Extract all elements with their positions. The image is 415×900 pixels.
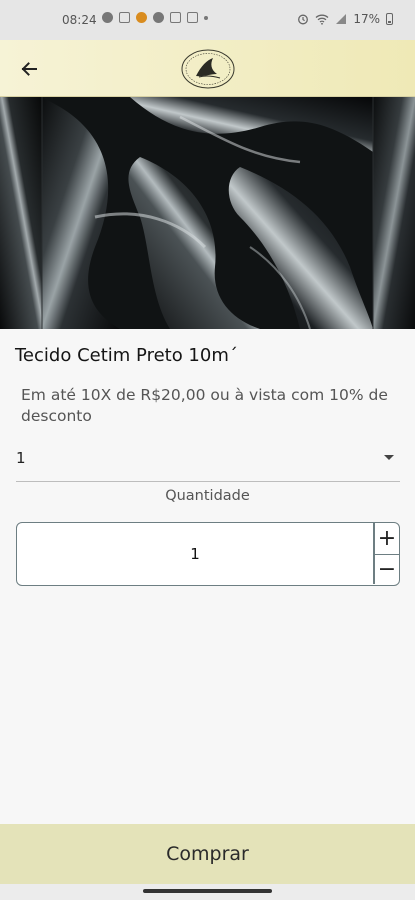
- battery-percentage: 17%: [353, 12, 380, 26]
- brand-logo-icon: [181, 49, 235, 89]
- back-button[interactable]: [14, 54, 44, 84]
- quantity-dropdown-value: 1: [16, 449, 26, 467]
- buy-button[interactable]: Comprar: [0, 824, 415, 884]
- orange-app-icon: [136, 12, 147, 23]
- product-title: Tecido Cetim Preto 10m´: [15, 345, 238, 366]
- app-header: [0, 40, 415, 97]
- increment-button[interactable]: +: [375, 523, 399, 553]
- dot-icon: [204, 15, 208, 20]
- quantity-stepper: 1 + −: [16, 522, 400, 586]
- status-bar: 08:24 17%: [0, 0, 415, 40]
- quantity-input[interactable]: 1: [17, 523, 373, 584]
- arrow-left-icon: [21, 62, 37, 76]
- black-satin-fabric-photo: [0, 97, 415, 329]
- home-indicator[interactable]: [143, 889, 272, 893]
- mail-icon: [170, 12, 181, 23]
- signal-icon: [336, 14, 347, 24]
- quantity-dropdown[interactable]: 1: [16, 444, 400, 482]
- product-image: [0, 97, 415, 329]
- quantity-label: Quantidade: [165, 488, 250, 504]
- notification-icons: [102, 12, 208, 23]
- twitter-icon: [153, 12, 164, 23]
- alarm-icon: [298, 14, 309, 25]
- status-time: 08:24: [62, 13, 97, 27]
- dropdown-arrow-icon: [384, 455, 394, 460]
- wifi-icon: [315, 14, 329, 25]
- app-notification-icon: [119, 12, 130, 23]
- spotify-icon: [102, 12, 113, 23]
- gallery-icon: [187, 12, 198, 23]
- status-right: 17%: [297, 12, 393, 26]
- decrement-button[interactable]: −: [375, 554, 399, 584]
- price-installments-text: Em até 10X de R$20,00 ou à vista com 10%…: [21, 386, 388, 425]
- battery-icon: [386, 13, 393, 25]
